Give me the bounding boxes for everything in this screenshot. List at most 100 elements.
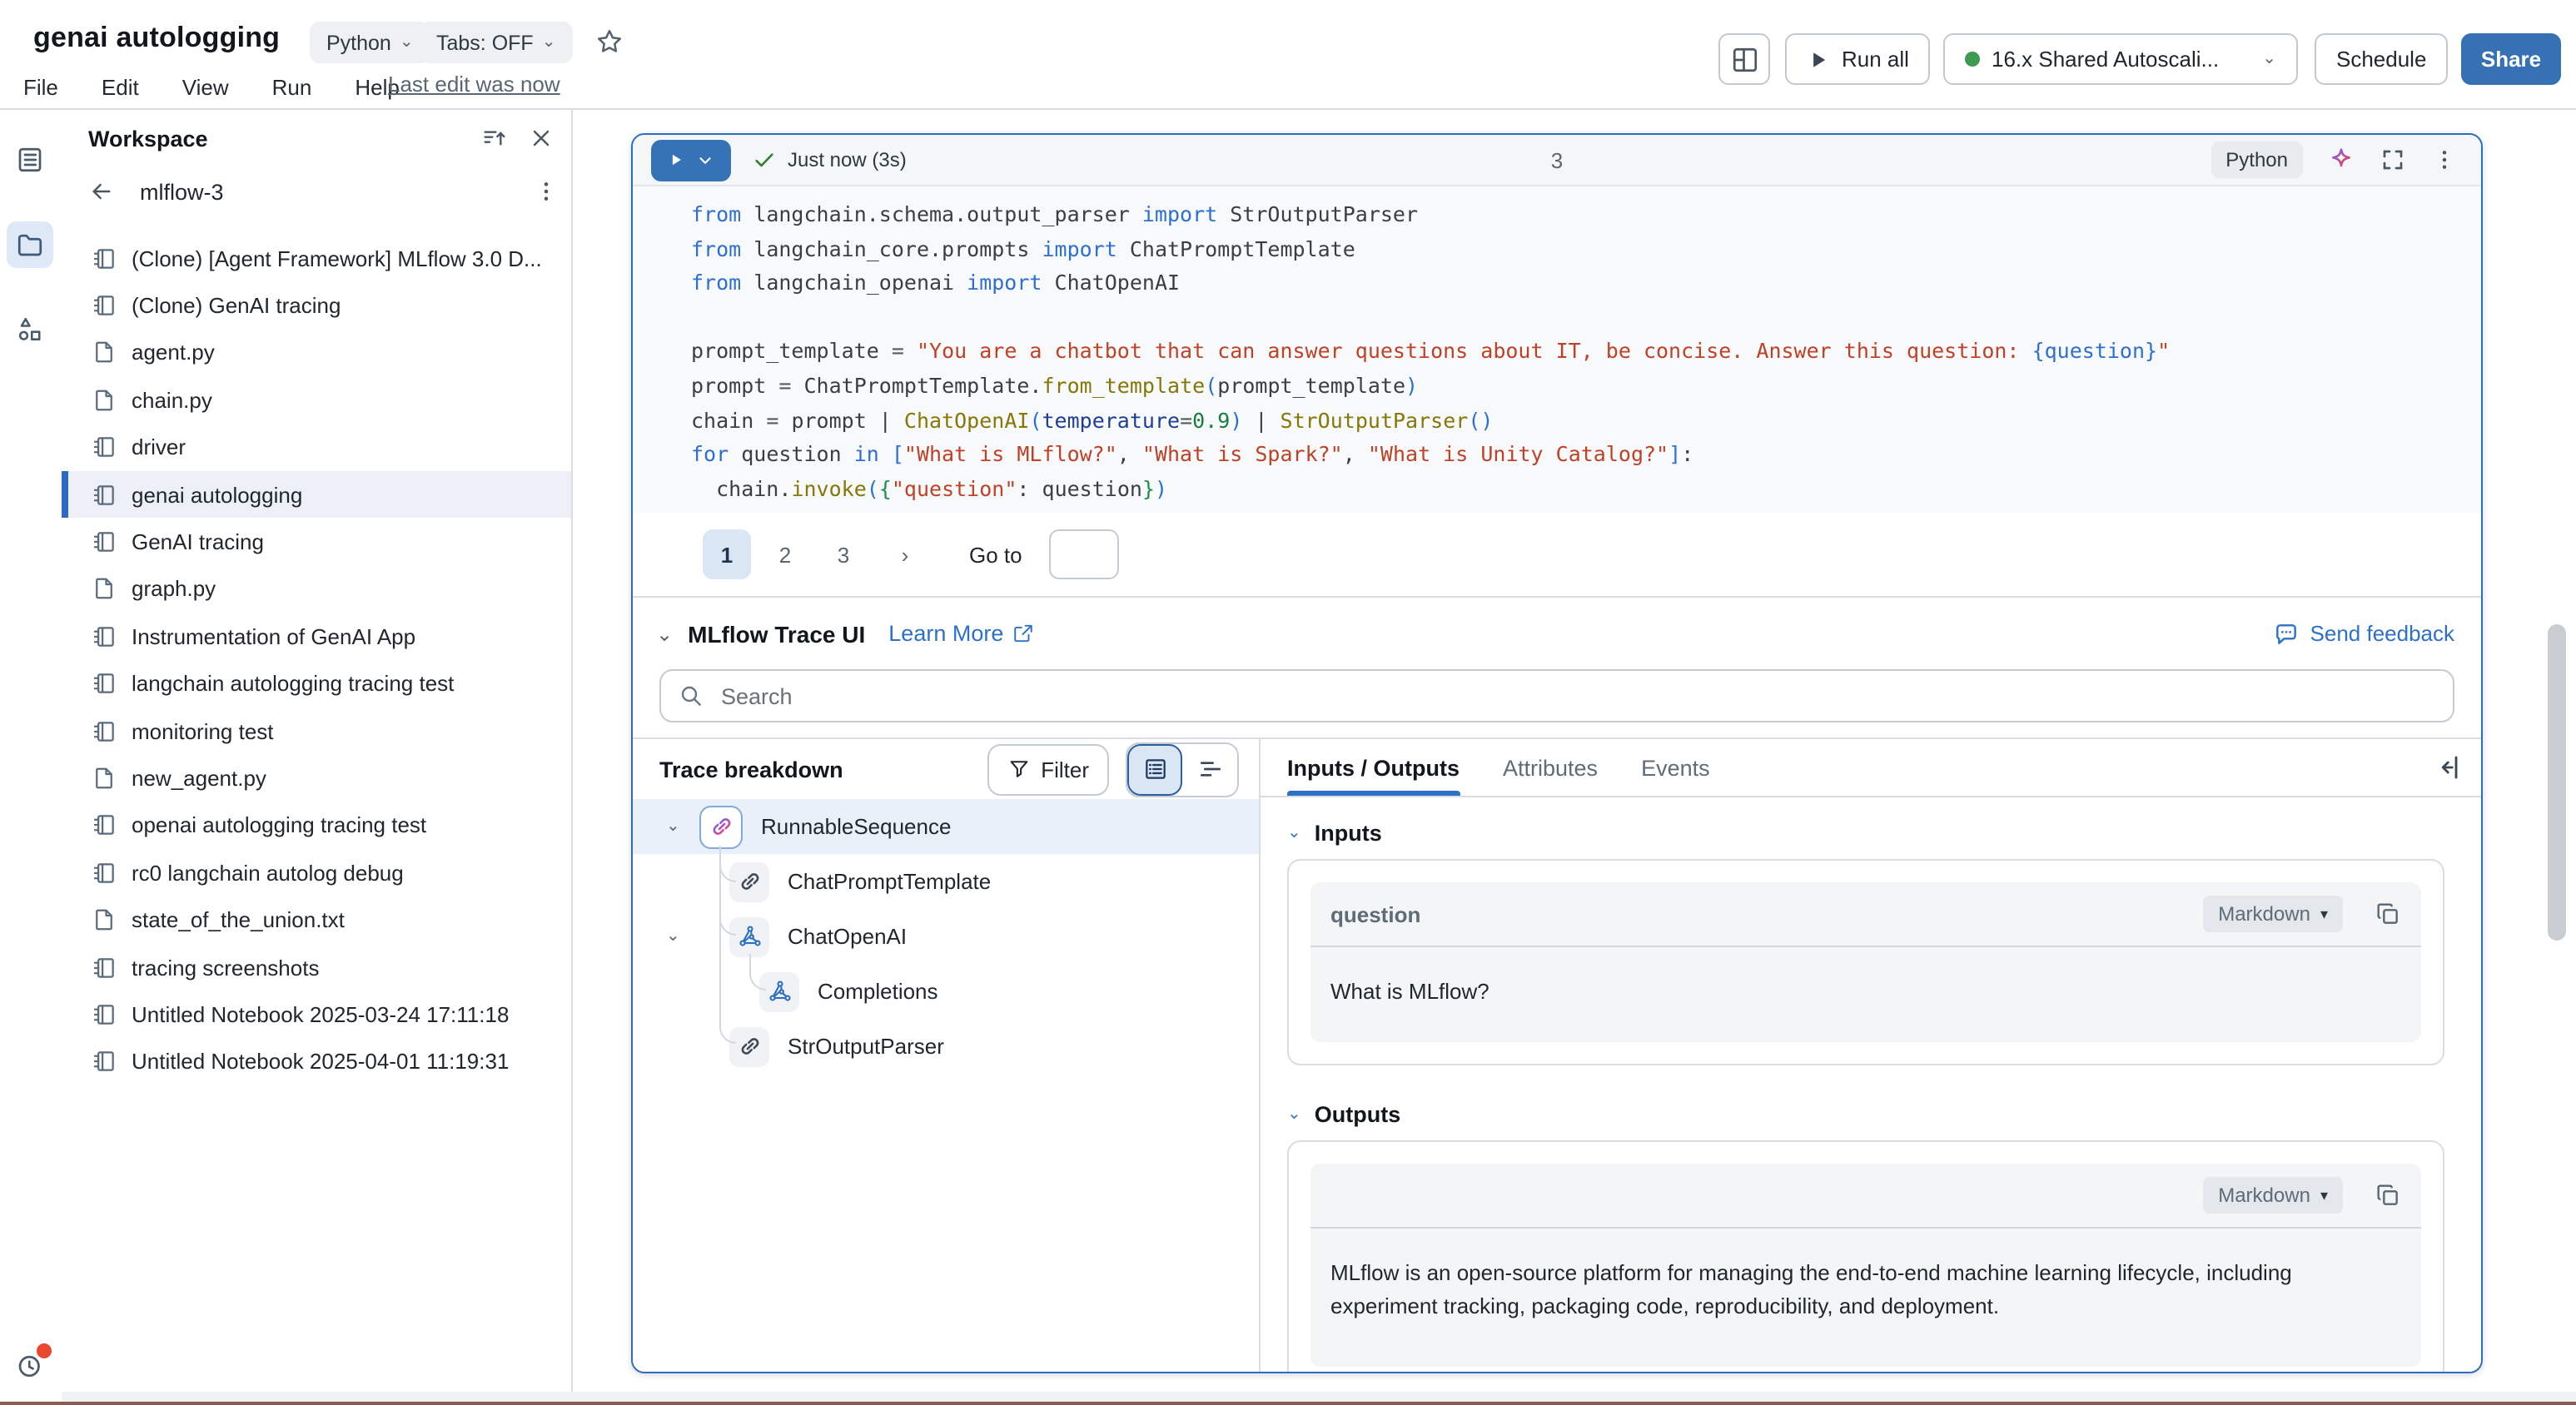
code-editor[interactable]: from langchain.schema.output_parser impo… — [633, 186, 2481, 513]
outputs-section-header[interactable]: ⌄ Outputs — [1287, 1102, 2481, 1127]
collapse-chevron-icon[interactable]: ⌄ — [656, 623, 673, 643]
tabs-toggle[interactable]: Tabs: OFF⌄ — [420, 22, 572, 63]
format-selector[interactable]: Markdown ▾ — [2203, 1177, 2343, 1214]
favorite-star-icon[interactable] — [594, 27, 624, 57]
notebook-icon — [92, 718, 117, 743]
trace-search-box[interactable] — [659, 669, 2454, 722]
chevron-down-icon: ⌄ — [1287, 1106, 1301, 1123]
expand-chevron-icon[interactable]: ⌄ — [666, 928, 680, 945]
model-icon — [737, 924, 762, 949]
sidebar-file-item[interactable]: langchain autologging tracing test — [62, 660, 571, 707]
next-page-button[interactable]: › — [881, 529, 929, 579]
sidebar-file-item[interactable]: agent.py — [62, 330, 571, 377]
cell-toolbar: Just now (3s) 3 Python — [633, 135, 2481, 186]
sidebar-file-item[interactable]: tracing screenshots — [62, 944, 571, 991]
page-button-3[interactable]: 3 — [819, 529, 868, 579]
last-edit-link[interactable]: Last edit was now — [388, 72, 560, 97]
sidebar-file-item[interactable]: Untitled Notebook 2025-04-01 11:19:31 — [62, 1038, 571, 1085]
expand-chevron-icon[interactable]: ⌄ — [666, 818, 680, 835]
file-name: Untitled Notebook 2025-04-01 11:19:31 — [132, 1050, 522, 1075]
experiments-button[interactable] — [7, 306, 53, 353]
goto-label: Go to — [969, 542, 1022, 567]
timeline-view-button[interactable] — [1182, 743, 1237, 795]
input-value: What is MLflow? — [1310, 947, 2421, 1042]
run-all-button[interactable]: Run all — [1785, 33, 1931, 85]
send-feedback-link[interactable]: Send feedback — [2274, 620, 2454, 647]
inputs-section-header[interactable]: ⌄ Inputs — [1287, 821, 2481, 846]
assistant-sparkle-icon[interactable] — [2328, 146, 2355, 173]
back-arrow-icon[interactable] — [88, 178, 115, 205]
learn-more-link[interactable]: Learn More — [888, 621, 1033, 646]
inputs-card: question Markdown ▾ What is MLflow? — [1287, 859, 2444, 1065]
fullscreen-icon[interactable] — [2380, 146, 2406, 173]
chevron-down-icon: ▾ — [2320, 1186, 2328, 1204]
workspace-folder-button[interactable] — [7, 221, 53, 268]
cell-kebab-icon[interactable] — [2431, 146, 2458, 173]
copy-icon[interactable] — [2375, 1182, 2401, 1209]
current-folder-label[interactable]: mlflow-3 — [140, 180, 224, 205]
chain-gradient-icon — [709, 814, 734, 839]
version-history-button[interactable] — [7, 1342, 53, 1388]
sidebar-file-item[interactable]: genai autologging — [62, 471, 571, 519]
share-button[interactable]: Share — [2461, 33, 2561, 85]
mlflow-trace-header: ⌄ MLflow Trace UI Learn More Send feedba… — [633, 598, 2481, 669]
menu-item-run[interactable]: Run — [272, 74, 312, 99]
sidebar-file-item[interactable]: Untitled Notebook 2025-03-24 17:11:18 — [62, 991, 571, 1039]
page-button-1[interactable]: 1 — [703, 529, 751, 579]
menu-item-file[interactable]: File — [23, 74, 58, 99]
sidebar-file-item[interactable]: (Clone) GenAI tracing — [62, 282, 571, 330]
input-field-name: question — [1330, 901, 1420, 926]
menu-item-view[interactable]: View — [182, 74, 229, 99]
sort-icon[interactable] — [481, 125, 508, 151]
sidebar-file-item[interactable]: openai autologging tracing test — [62, 802, 571, 849]
cluster-status-dot — [1965, 52, 1980, 67]
format-selector[interactable]: Markdown ▾ — [2203, 896, 2343, 932]
left-icon-rail — [0, 108, 63, 1392]
sidebar-file-item[interactable]: GenAI tracing — [62, 519, 571, 566]
search-input[interactable] — [718, 682, 2436, 710]
list-view-button[interactable] — [1127, 743, 1182, 795]
sidebar-file-item[interactable]: chain.py — [62, 376, 571, 424]
cell-language-label: Python — [2225, 148, 2288, 171]
toc-icon — [15, 145, 45, 175]
close-icon[interactable] — [528, 125, 554, 151]
outputs-field-header: Markdown ▾ — [1310, 1164, 2421, 1229]
cell-language-badge[interactable]: Python — [2210, 141, 2303, 178]
file-icon — [92, 907, 117, 932]
folder-menu-icon[interactable] — [533, 178, 559, 205]
sidebar-file-item[interactable]: monitoring test — [62, 707, 571, 755]
filter-button[interactable]: Filter — [987, 743, 1109, 795]
tab-inputs---outputs[interactable]: Inputs / Outputs — [1287, 756, 1460, 796]
file-name: (Clone) GenAI tracing — [132, 293, 354, 318]
cluster-selector[interactable]: 16.x Shared Autoscali... ⌄ — [1943, 33, 2298, 85]
notebook-icon — [92, 624, 117, 649]
format-label: Markdown — [2218, 902, 2310, 926]
play-icon — [1807, 47, 1830, 71]
sidebar-file-item[interactable]: state_of_the_union.txt — [62, 896, 571, 944]
share-label: Share — [2481, 47, 2541, 72]
sidebar-file-item[interactable]: Instrumentation of GenAI App — [62, 613, 571, 660]
file-name: chain.py — [132, 388, 226, 413]
sidebar-file-item[interactable]: new_agent.py — [62, 755, 571, 802]
view-layout-button[interactable] — [1718, 33, 1770, 85]
collapse-panel-icon[interactable] — [2431, 752, 2461, 782]
sidebar-file-item[interactable]: driver — [62, 424, 571, 471]
menu-item-edit[interactable]: Edit — [102, 74, 139, 99]
cell-tools: Python — [2210, 141, 2481, 178]
notebook-title[interactable]: genai autologging — [33, 22, 280, 55]
copy-icon[interactable] — [2375, 901, 2401, 927]
sidebar-file-item[interactable]: graph.py — [62, 565, 571, 613]
trace-body: Trace breakdown Filter ⌄RunnableSequence… — [633, 737, 2481, 1372]
span-name: StrOutputParser — [788, 1034, 944, 1059]
schedule-button[interactable]: Schedule — [2315, 33, 2448, 85]
file-name: genai autologging — [132, 482, 316, 507]
goto-page-input[interactable] — [1049, 529, 1119, 579]
tab-attributes[interactable]: Attributes — [1503, 756, 1598, 796]
notebook-language-selector[interactable]: Python⌄ — [310, 22, 430, 63]
page-button-2[interactable]: 2 — [761, 529, 809, 579]
sidebar-file-item[interactable]: rc0 langchain autolog debug — [62, 849, 571, 896]
window-scrollbar-thumb[interactable] — [2548, 624, 2566, 941]
table-of-contents-button[interactable] — [7, 137, 53, 183]
sidebar-file-item[interactable]: (Clone) [Agent Framework] MLflow 3.0 D..… — [62, 235, 571, 282]
tab-events[interactable]: Events — [1641, 756, 1710, 796]
